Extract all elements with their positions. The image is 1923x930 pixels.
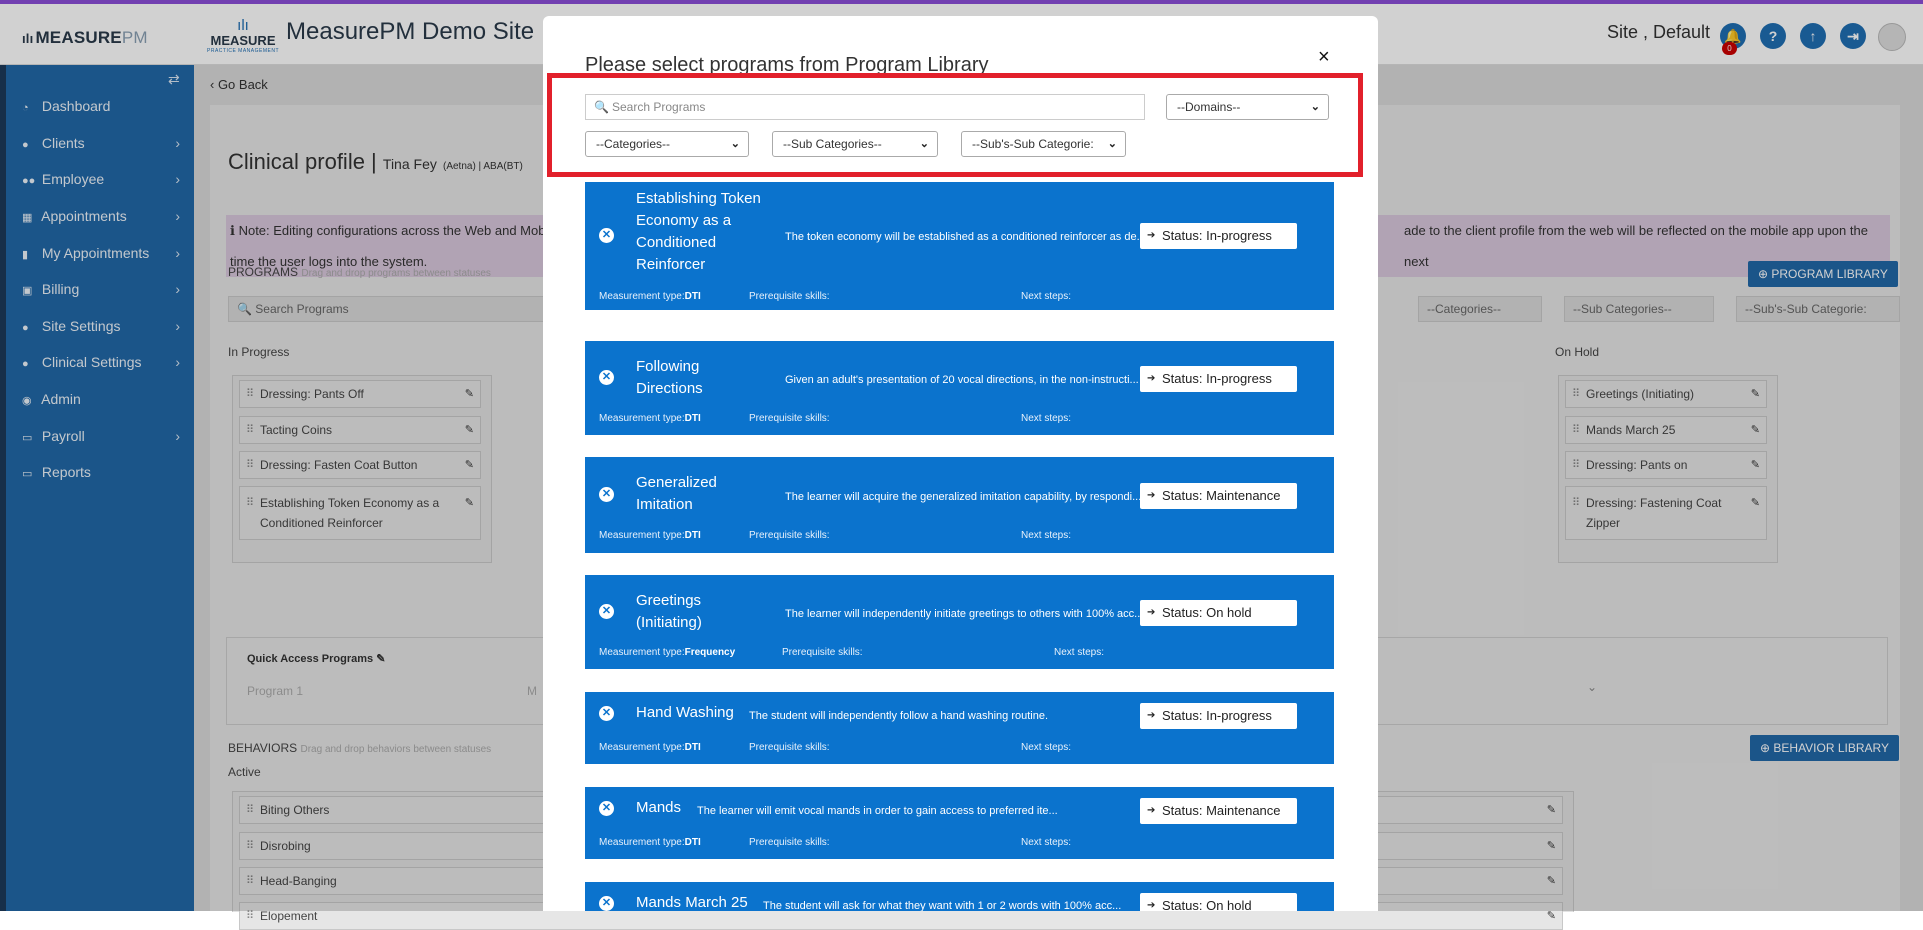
- program-card-following-directions[interactable]: ✕ Following Directions Given an adult's …: [585, 341, 1334, 435]
- remove-icon[interactable]: ✕: [599, 604, 614, 619]
- chevron-down-icon: ⌄: [730, 138, 740, 150]
- arrow-right-icon: ➔: [1147, 490, 1156, 501]
- modal-search-input[interactable]: 🔍 Search Programs: [585, 94, 1145, 120]
- remove-icon[interactable]: ✕: [599, 487, 614, 502]
- status-button[interactable]: ➔ Status: In-progress: [1140, 703, 1297, 729]
- program-card-mands-march-25[interactable]: ✕ Mands March 25 The student will ask fo…: [585, 882, 1334, 911]
- program-card-token-economy[interactable]: ✕ Establishing Token Economy as a Condit…: [585, 182, 1334, 310]
- remove-icon[interactable]: ✕: [599, 706, 614, 721]
- arrow-right-icon: ➔: [1147, 607, 1156, 618]
- status-button[interactable]: ➔ Status: Maintenance: [1140, 483, 1297, 509]
- status-button[interactable]: ➔ Status: On hold: [1140, 893, 1297, 911]
- remove-icon[interactable]: ✕: [599, 801, 614, 816]
- program-card-generalized-imitation[interactable]: ✕ Generalized Imitation The learner will…: [585, 457, 1334, 553]
- program-card-hand-washing[interactable]: ✕ Hand Washing The student will independ…: [585, 692, 1334, 764]
- arrow-right-icon: ➔: [1147, 805, 1156, 816]
- arrow-right-icon: ➔: [1147, 900, 1156, 911]
- arrow-right-icon: ➔: [1147, 710, 1156, 721]
- arrow-right-icon: ➔: [1147, 373, 1156, 384]
- modal-sub-categories-select[interactable]: --Sub Categories-- ⌄: [772, 131, 938, 157]
- status-button[interactable]: ➔ Status: In-progress: [1140, 223, 1297, 249]
- remove-icon[interactable]: ✕: [599, 370, 614, 385]
- remove-icon[interactable]: ✕: [599, 228, 614, 243]
- status-button[interactable]: ➔ Status: In-progress: [1140, 366, 1297, 392]
- arrow-right-icon: ➔: [1147, 230, 1156, 241]
- chevron-down-icon: ⌄: [1310, 101, 1320, 113]
- program-card-greetings[interactable]: ✕ Greetings (Initiating) The learner wil…: [585, 575, 1334, 669]
- status-button[interactable]: ➔ Status: Maintenance: [1140, 798, 1297, 824]
- chevron-down-icon: ⌄: [919, 138, 929, 150]
- domains-select[interactable]: --Domains-- ⌄: [1166, 94, 1329, 120]
- filter-highlight-box: [547, 73, 1363, 177]
- status-button[interactable]: ➔ Status: On hold: [1140, 600, 1297, 626]
- remove-icon[interactable]: ✕: [599, 896, 614, 911]
- chevron-down-icon: ⌄: [1107, 138, 1117, 150]
- modal-subsub-categories-select[interactable]: --Sub's-Sub Categorie: ⌄: [961, 131, 1126, 157]
- search-icon: 🔍: [594, 100, 609, 114]
- modal-categories-select[interactable]: --Categories-- ⌄: [585, 131, 749, 157]
- program-library-modal: Please select programs from Program Libr…: [543, 16, 1378, 911]
- program-card-mands[interactable]: ✕ Mands The learner will emit vocal mand…: [585, 787, 1334, 859]
- close-icon[interactable]: ×: [1318, 46, 1330, 69]
